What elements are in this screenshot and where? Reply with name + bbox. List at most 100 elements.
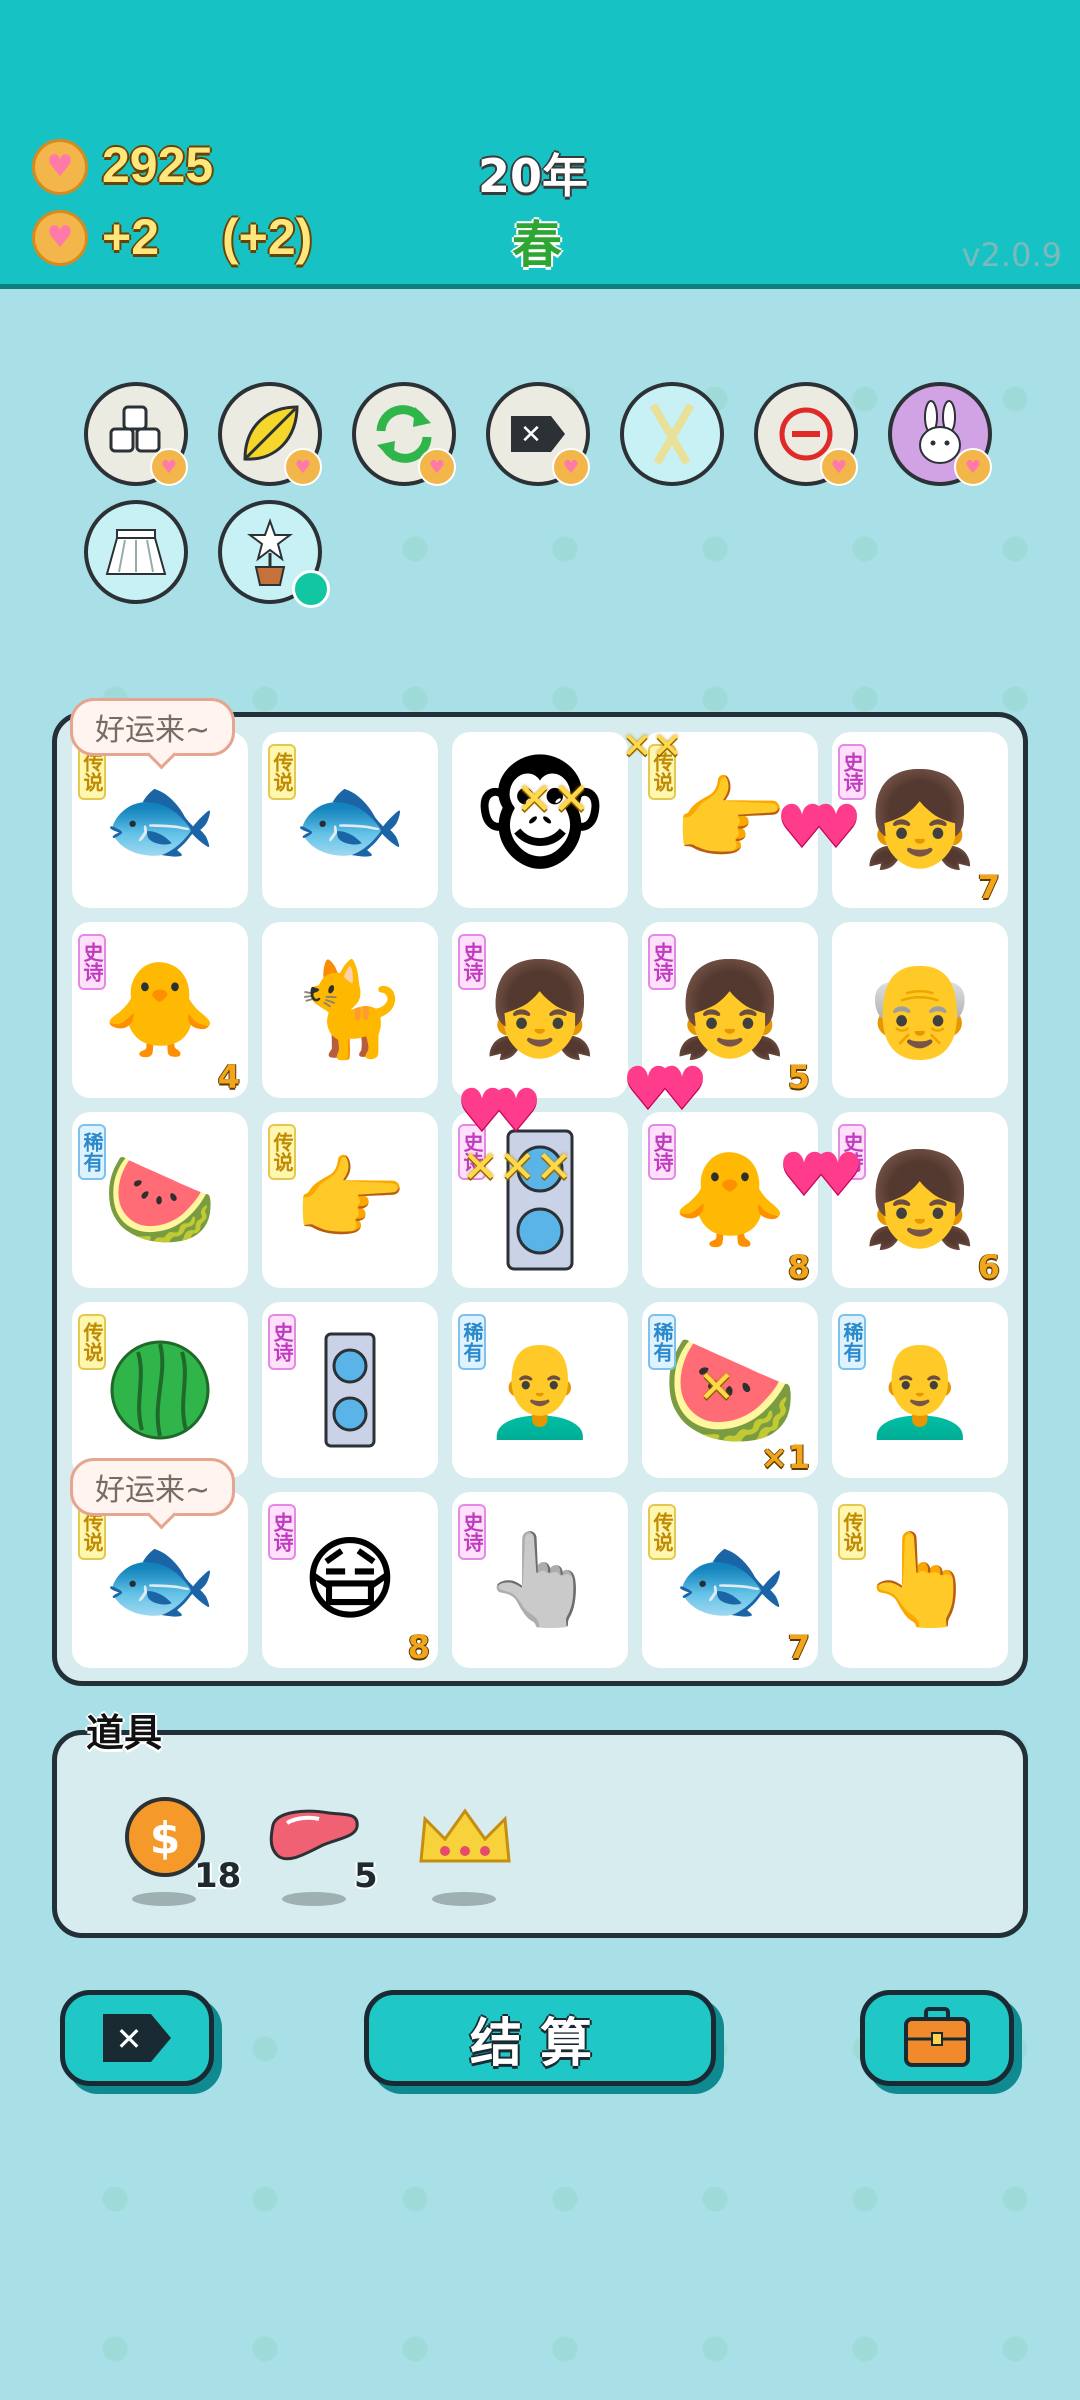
svg-text:✕: ✕ [520,420,542,450]
destroy-mark-icon: ✕✕ [516,774,590,825]
symbol-masked-man[interactable]: 史诗 😷 8 [262,1492,438,1668]
rarity-tag-epic: 史诗 [648,934,676,990]
chick-face-icon: 🐥 [672,1146,788,1253]
girl-face-icon: 👧 [672,956,788,1063]
counter-label: 6 [977,1248,1000,1286]
bald-man-face-icon: 👨‍🦲 [862,1336,978,1443]
watermelon-slice-icon: 🍉 [102,1146,218,1253]
rarity-tag-legend: 传说 [648,1504,676,1560]
watermelon-icon [110,1340,210,1440]
dice-pile-icon[interactable]: ♥ [84,382,188,486]
rarity-tag-rare: 稀有 [838,1314,866,1370]
recycle-icon[interactable]: ♥ [352,382,456,486]
minus-circle-icon[interactable]: ♥ [754,382,858,486]
chick-face-icon: 🐥 [102,956,218,1063]
pointing-up-hand-icon: 👆 [482,1526,598,1633]
heart-badge-icon: ♥ [284,448,322,486]
delete-button[interactable]: ✕ [60,1990,214,2086]
koi-fish-icon: 🐟 [292,766,408,873]
cat-icon: 🐈 [292,956,408,1063]
chopsticks-icon[interactable] [620,382,724,486]
rarity-tag-rare: 稀有 [458,1314,486,1370]
rarity-tag-epic: 史诗 [268,1504,296,1560]
symbol-monkey[interactable]: 🐵 ✕✕ [452,732,628,908]
luck-bubble: 好运来~ [70,698,236,756]
rarity-tag-legend: 传说 [78,1314,106,1370]
hearts-effect-icon: ♥♥ [456,1076,542,1144]
bald-man-face-icon: 👨‍🦲 [482,1336,598,1443]
bunny-icon[interactable]: ♥ [888,382,992,486]
old-man-face-icon: 👴 [862,956,978,1063]
counter-label: 7 [977,868,1000,906]
potted-flower-icon[interactable] [218,500,330,608]
symbol-bald-man[interactable]: 稀有 👨‍🦲 [832,1302,1008,1478]
pointing-hand-icon: 👉 [292,1146,408,1253]
symbol-pointing-up-hand[interactable]: 史诗 👆 [452,1492,628,1668]
pointing-hand-icon: 👉 [672,766,788,873]
destroy-mark-icon: ✕✕✕ [462,1142,573,1193]
graphics-card-icon [324,1332,376,1448]
symbol-cat[interactable]: 🐈 [262,922,438,1098]
symbol-watermelon-slice[interactable]: 稀有 🍉 ✕ ×1 [642,1302,818,1478]
symbol-girl[interactable]: 史诗 👧 6 [832,1112,1008,1288]
rarity-tag-epic: 史诗 [458,934,486,990]
skirt-icon[interactable] [84,500,188,604]
coin-balance: 2925 [102,137,214,193]
destroy-mark-icon: ✕ [698,1362,735,1413]
heart-badge-icon: ♥ [552,448,590,486]
counter-label: 7 [787,1628,810,1666]
symbol-girl[interactable]: 史诗 👧 7 [832,732,1008,908]
version-label: v2.0.9 [961,236,1062,274]
rarity-tag-legend: 传说 [268,744,296,800]
koi-fish-icon: 🐟 [102,1526,218,1633]
settle-button[interactable]: 结算 [364,1990,716,2086]
crown-icon[interactable] [410,1782,520,1892]
hearts-effect-icon: ♥♥ [778,1140,864,1208]
income-value: +2 [102,209,160,265]
svg-text:$: $ [150,1813,181,1864]
luck-bubble: 好运来~ [70,1458,236,1516]
rarity-tag-epic: 史诗 [78,934,106,990]
rarity-tag-epic: 史诗 [648,1124,676,1180]
coin-icon: ♥ [32,139,88,195]
symbol-koi-fish[interactable]: 传说 🐟 [262,732,438,908]
destroy-mark-icon: ✕✕ [622,726,683,767]
season-label: 春 [512,216,562,274]
item-shadow [282,1892,346,1906]
rarity-tag-rare: 稀有 [648,1314,676,1370]
symbol-watermelon-slice[interactable]: 稀有 🍉 [72,1112,248,1288]
pointing-up-hand-icon: 👆 [862,1526,978,1633]
masked-man-face-icon: 😷 [302,1526,398,1633]
symbol-pointing-hand[interactable]: 传说 👉 [262,1112,438,1288]
symbol-graphics-card[interactable]: 史诗 [262,1302,438,1478]
rarity-tag-epic: 史诗 [268,1314,296,1370]
girl-face-icon: 👧 [482,956,598,1063]
rarity-tag-legend: 传说 [838,1504,866,1560]
koi-fish-icon: 🐟 [102,766,218,873]
heart-badge-icon: ♥ [418,448,456,486]
symbol-girl[interactable]: 史诗 👧 [452,922,628,1098]
symbol-chick[interactable]: 史诗 🐥 4 [72,922,248,1098]
symbol-pointing-up-hand[interactable]: 传说 👆 [832,1492,1008,1668]
counter-label: 5 [787,1058,810,1096]
girl-face-icon: 👧 [862,766,978,873]
income-bonus: (+2) [222,209,313,265]
briefcase-icon [904,2007,970,2067]
income-coin-icon: ♥ [32,210,88,266]
heart-badge-icon: ♥ [150,448,188,486]
item-count: 5 [354,1856,378,1896]
symbol-old-man[interactable]: 👴 [832,922,1008,1098]
delete-tag-icon[interactable]: ✕ ♥ [486,382,590,486]
counter-label: 4 [217,1058,240,1096]
year-label: 20年 [478,149,589,203]
counter-label: ×1 [760,1438,810,1476]
item-shadow [132,1892,196,1906]
rarity-tag-legend: 传说 [268,1124,296,1180]
settle-label: 结算 [469,2013,610,2074]
inventory-button[interactable] [860,1990,1014,2086]
symbol-bald-man[interactable]: 稀有 👨‍🦲 [452,1302,628,1478]
leaf-icon[interactable]: ♥ [218,382,322,486]
symbol-koi-fish[interactable]: 传说 🐟 7 [642,1492,818,1668]
heart-badge-icon: ♥ [954,448,992,486]
symbol-watermelon[interactable]: 传说 [72,1302,248,1478]
